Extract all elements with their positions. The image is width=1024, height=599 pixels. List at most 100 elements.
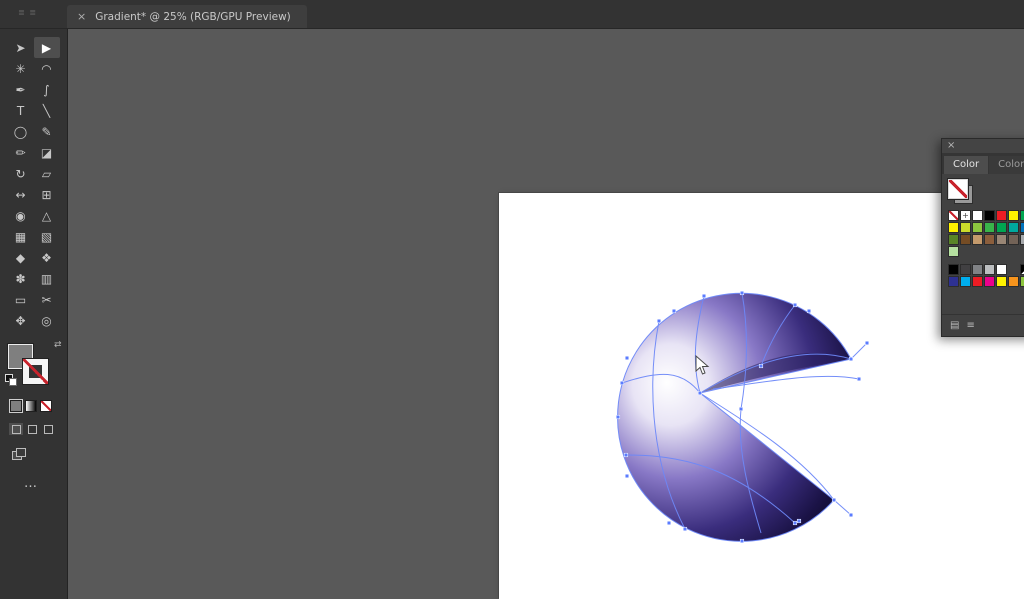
- swatch[interactable]: [1020, 234, 1024, 245]
- swatch[interactable]: [948, 264, 959, 275]
- rotate-tool[interactable]: ↻: [8, 163, 34, 184]
- swatch[interactable]: [948, 276, 959, 287]
- free-transform-tool[interactable]: ⊞: [34, 184, 60, 205]
- selection-tool[interactable]: ➤: [8, 37, 34, 58]
- color-panel-tabs: Color Color G: [942, 153, 1024, 174]
- swatch[interactable]: [972, 234, 983, 245]
- swatch[interactable]: [996, 276, 1007, 287]
- swatch-registration[interactable]: [960, 210, 971, 221]
- none-fill-indicator[interactable]: [948, 179, 972, 203]
- swatch[interactable]: [972, 222, 983, 233]
- swatch[interactable]: [948, 246, 959, 257]
- zoom-tool[interactable]: ◎: [34, 310, 60, 331]
- swatch[interactable]: [972, 276, 983, 287]
- line-segment-tool[interactable]: ╲: [34, 100, 60, 121]
- default-fill-stroke-icon[interactable]: [5, 374, 15, 384]
- eyedropper-tool[interactable]: ◆: [8, 247, 34, 268]
- draw-inside-button[interactable]: [41, 423, 55, 435]
- swatch[interactable]: [984, 210, 995, 221]
- document-tab[interactable]: × Gradient* @ 25% (RGB/GPU Preview): [67, 5, 307, 28]
- draw-behind-button[interactable]: [25, 423, 39, 435]
- swatch-row: [948, 264, 1024, 275]
- swatch[interactable]: [984, 276, 995, 287]
- canvas[interactable]: [68, 28, 1024, 599]
- stroke-swatch[interactable]: [23, 359, 48, 384]
- swatch-row: [948, 222, 1024, 233]
- tab-color[interactable]: Color: [944, 156, 988, 174]
- color-button[interactable]: [10, 400, 22, 412]
- blend-tool[interactable]: ❖: [34, 247, 60, 268]
- direct-selection-tool[interactable]: ▶: [34, 37, 60, 58]
- scale-tool[interactable]: ▱: [34, 163, 60, 184]
- color-panel: × Color Color G ▤≡☁: [941, 138, 1024, 337]
- swatch[interactable]: [996, 234, 1007, 245]
- swap-fill-stroke-icon[interactable]: ⇄: [54, 340, 62, 350]
- swatch-kinds-icon[interactable]: ≡: [966, 320, 974, 331]
- color-panel-body: [942, 174, 1024, 314]
- pencil-tool[interactable]: ✏: [8, 142, 34, 163]
- swatch[interactable]: [960, 264, 971, 275]
- slice-tool[interactable]: ✂: [34, 289, 60, 310]
- hand-tool[interactable]: ✥: [8, 310, 34, 331]
- pen-tool[interactable]: ✒: [8, 79, 34, 100]
- swatch[interactable]: [996, 210, 1007, 221]
- eraser-tool[interactable]: ◪: [34, 142, 60, 163]
- width-tool[interactable]: ↔: [8, 184, 34, 205]
- swatch[interactable]: [972, 264, 983, 275]
- swatch[interactable]: [1020, 222, 1024, 233]
- swatch[interactable]: [1020, 276, 1024, 287]
- swatch-row: [948, 246, 1024, 257]
- tool-grid: ➤▶✳◠✒∫T╲◯✎✏◪↻▱↔⊞◉△▦▧◆❖✽▥▭✂✥◎: [0, 37, 67, 331]
- tab-color-guide[interactable]: Color G: [989, 156, 1024, 174]
- swatch[interactable]: [948, 234, 959, 245]
- swatch[interactable]: [960, 276, 971, 287]
- swatch[interactable]: [948, 222, 959, 233]
- perspective-grid-tool[interactable]: △: [34, 205, 60, 226]
- edit-toolbar-button[interactable]: …: [0, 476, 67, 491]
- swatch[interactable]: [960, 234, 971, 245]
- swatch[interactable]: [972, 210, 983, 221]
- swatch[interactable]: [1020, 210, 1024, 221]
- swatch[interactable]: [1008, 222, 1019, 233]
- panel-footer: ▤≡☁: [942, 314, 1024, 336]
- color-panel-header: ×: [942, 139, 1024, 153]
- tools-panel: ➤▶✳◠✒∫T╲◯✎✏◪↻▱↔⊞◉△▦▧◆❖✽▥▭✂✥◎ ⇄ …: [0, 28, 68, 599]
- swatch[interactable]: [984, 264, 995, 275]
- mouse-cursor-icon: [695, 355, 711, 377]
- artboard-tool[interactable]: ▭: [8, 289, 34, 310]
- draw-normal-button[interactable]: [9, 423, 23, 435]
- paintbrush-tool[interactable]: ✎: [34, 121, 60, 142]
- lasso-tool[interactable]: ◠: [34, 58, 60, 79]
- ellipse-tool[interactable]: ◯: [8, 121, 34, 142]
- symbol-sprayer-tool[interactable]: ✽: [8, 268, 34, 289]
- appearance-row: [10, 400, 67, 412]
- screen-mode-button[interactable]: [12, 448, 26, 460]
- swatch[interactable]: [1008, 276, 1019, 287]
- mesh-tool[interactable]: ▦: [8, 226, 34, 247]
- none-button[interactable]: [40, 400, 52, 412]
- close-document-icon[interactable]: ×: [77, 11, 86, 22]
- type-tool[interactable]: T: [8, 100, 34, 121]
- swatch[interactable]: [1008, 210, 1019, 221]
- document-tab-title: Gradient* @ 25% (RGB/GPU Preview): [95, 11, 291, 23]
- swatch-none[interactable]: [948, 210, 959, 221]
- toolbar-grip[interactable]: ≣ ≣: [18, 8, 37, 17]
- swatch-pattern[interactable]: [1020, 264, 1024, 275]
- fill-stroke-widget: ⇄: [8, 344, 50, 386]
- gradient-button[interactable]: [25, 400, 37, 412]
- curvature-tool[interactable]: ∫: [34, 79, 60, 100]
- swatch-libraries-icon[interactable]: ▤: [950, 320, 959, 331]
- shape-builder-tool[interactable]: ◉: [8, 205, 34, 226]
- column-graph-tool[interactable]: ▥: [34, 268, 60, 289]
- gradient-tool[interactable]: ▧: [34, 226, 60, 247]
- swatch[interactable]: [960, 222, 971, 233]
- panel-close-icon[interactable]: ×: [947, 140, 955, 152]
- swatch[interactable]: [984, 234, 995, 245]
- swatch[interactable]: [996, 222, 1007, 233]
- swatch[interactable]: [1008, 234, 1019, 245]
- swatch-row: [948, 210, 1024, 221]
- magic-wand-tool[interactable]: ✳: [8, 58, 34, 79]
- swatch[interactable]: [984, 222, 995, 233]
- swatch[interactable]: [996, 264, 1007, 275]
- drawing-modes-row: [9, 423, 67, 435]
